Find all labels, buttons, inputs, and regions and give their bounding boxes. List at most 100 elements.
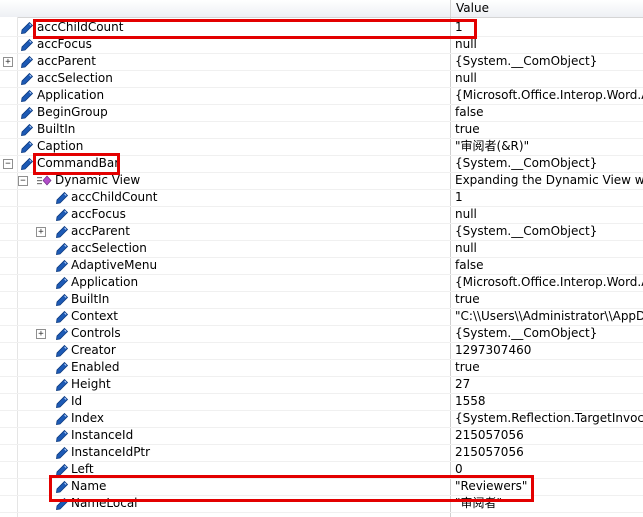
property-value[interactable]: 215057056 <box>455 427 643 444</box>
property-row[interactable]: accChildCount 1 <box>0 19 643 37</box>
property-name: BeginGroup <box>37 105 108 119</box>
property-row[interactable]: Left 0 <box>0 461 643 479</box>
property-icon <box>56 463 69 476</box>
property-value[interactable]: {System.__ComObject} <box>455 155 643 172</box>
property-value[interactable]: {System.__ComObject} <box>455 325 643 342</box>
property-value[interactable]: {System.__ComObject} <box>455 53 643 70</box>
property-value[interactable]: 1297307460 <box>455 342 643 359</box>
property-name: Enabled <box>71 360 120 374</box>
property-name: Left <box>71 462 94 476</box>
expand-icon[interactable]: + <box>3 57 13 67</box>
property-row[interactable]: BuiltIn true <box>0 121 643 139</box>
property-row[interactable]: accFocus null <box>0 36 643 54</box>
watch-window: Value accChildCount 1 accFocus null + accPare… <box>0 0 643 517</box>
property-icon <box>56 361 69 374</box>
property-value[interactable]: 1558 <box>455 393 643 410</box>
property-value[interactable]: 0 <box>455 461 643 478</box>
property-name: BuiltIn <box>71 292 110 306</box>
property-name: Controls <box>71 326 121 340</box>
property-row[interactable]: accChildCount 1 <box>0 189 643 207</box>
property-value[interactable]: 1 <box>455 189 643 206</box>
property-value[interactable]: 27 <box>455 376 643 393</box>
property-row[interactable]: − CommandBar {System.__ComObject} <box>0 155 643 173</box>
property-icon <box>56 242 69 255</box>
value-column-header[interactable]: Value <box>450 0 643 17</box>
property-value[interactable]: true <box>455 291 643 308</box>
property-name: accSelection <box>37 71 113 85</box>
property-value[interactable]: true <box>455 359 643 376</box>
property-row[interactable]: BuiltIn true <box>0 291 643 309</box>
property-value[interactable]: "审阅者" <box>455 495 643 512</box>
property-value[interactable]: Expanding the Dynamic View will get the … <box>455 172 643 189</box>
property-value[interactable]: "C:\\Users\\Administrator\\AppData <box>455 308 643 325</box>
property-name: InstanceIdPtr <box>71 445 151 459</box>
property-row[interactable]: Context "C:\\Users\\Administrator\\AppDat… <box>0 308 643 326</box>
property-icon <box>56 191 69 204</box>
property-icon <box>56 429 69 442</box>
property-row[interactable]: Name "Reviewers" <box>0 478 643 496</box>
property-value[interactable]: false <box>455 257 643 274</box>
property-icon <box>21 21 34 34</box>
property-icon <box>21 123 34 136</box>
property-row[interactable]: Application {Microsoft.Office.Interop.Wor… <box>0 87 643 105</box>
property-row[interactable]: BeginGroup false <box>0 104 643 122</box>
property-value[interactable]: {Microsoft.Office.Interop.Word.Applicati… <box>455 274 643 291</box>
property-icon <box>21 106 34 119</box>
property-name: accFocus <box>71 207 126 221</box>
property-value[interactable]: {Microsoft.Office.Interop.Word.Applicati… <box>455 87 643 104</box>
property-row[interactable]: Caption "审阅者(&R)" <box>0 138 643 156</box>
property-name: accSelection <box>71 241 147 255</box>
property-row[interactable]: Height 27 <box>0 376 643 394</box>
property-row[interactable]: InstanceIdPtr 215057056 <box>0 444 643 462</box>
property-icon <box>21 140 34 153</box>
property-value[interactable]: 215057056 <box>455 444 643 461</box>
property-icon <box>56 378 69 391</box>
property-icon <box>56 327 69 340</box>
property-value[interactable]: "审阅者(&R)" <box>455 138 643 155</box>
property-icon <box>56 497 69 510</box>
property-row[interactable]: Enabled true <box>0 359 643 377</box>
property-row[interactable]: accSelection null <box>0 70 643 88</box>
property-name: Caption <box>37 139 84 153</box>
property-value[interactable]: 1 <box>455 19 643 36</box>
property-row[interactable]: Application {Microsoft.Office.Interop.Wor… <box>0 274 643 292</box>
property-row[interactable]: + accParent {System.__ComObject} <box>0 53 643 71</box>
property-row[interactable]: Creator 1297307460 <box>0 342 643 360</box>
collapse-icon[interactable]: − <box>18 176 28 186</box>
property-icon <box>56 208 69 221</box>
property-row[interactable]: NameLocal "审阅者" <box>0 495 643 513</box>
column-header: Value <box>0 0 643 18</box>
property-value[interactable]: {System.Reflection.TargetInvocationExcep… <box>455 410 643 427</box>
name-column-header[interactable] <box>0 0 449 17</box>
property-value[interactable]: true <box>455 121 643 138</box>
expand-icon[interactable]: + <box>36 227 46 237</box>
property-value[interactable]: "Reviewers" <box>455 478 643 495</box>
property-value[interactable]: null <box>455 240 643 257</box>
collapse-icon[interactable]: − <box>3 159 13 169</box>
property-row[interactable]: accSelection null <box>0 240 643 258</box>
property-row[interactable]: + accParent {System.__ComObject} <box>0 223 643 241</box>
property-value[interactable]: null <box>455 70 643 87</box>
property-value[interactable]: {System.__ComObject} <box>455 223 643 240</box>
property-value[interactable]: false <box>455 104 643 121</box>
property-name: AdaptiveMenu <box>71 258 158 272</box>
property-icon <box>56 412 69 425</box>
property-name: accParent <box>37 54 96 68</box>
expand-icon[interactable]: + <box>36 329 46 339</box>
property-row[interactable]: Index {System.Reflection.TargetInvocation… <box>0 410 643 428</box>
property-value[interactable]: null <box>455 206 643 223</box>
property-row[interactable]: accFocus null <box>0 206 643 224</box>
property-name: Name <box>71 479 107 493</box>
property-icon <box>56 310 69 323</box>
property-icon <box>56 276 69 289</box>
property-row[interactable]: + Controls {System.__ComObject} <box>0 325 643 343</box>
property-row[interactable]: Id 1558 <box>0 393 643 411</box>
property-row[interactable]: InstanceId 215057056 <box>0 427 643 445</box>
property-value[interactable]: null <box>455 36 643 53</box>
property-icon <box>21 157 34 170</box>
property-name: accParent <box>71 224 130 238</box>
property-name: Height <box>71 377 111 391</box>
property-name: NameLocal <box>71 496 138 510</box>
property-row[interactable]: − Dynamic View Expanding the Dynamic View … <box>0 172 643 190</box>
property-row[interactable]: AdaptiveMenu false <box>0 257 643 275</box>
